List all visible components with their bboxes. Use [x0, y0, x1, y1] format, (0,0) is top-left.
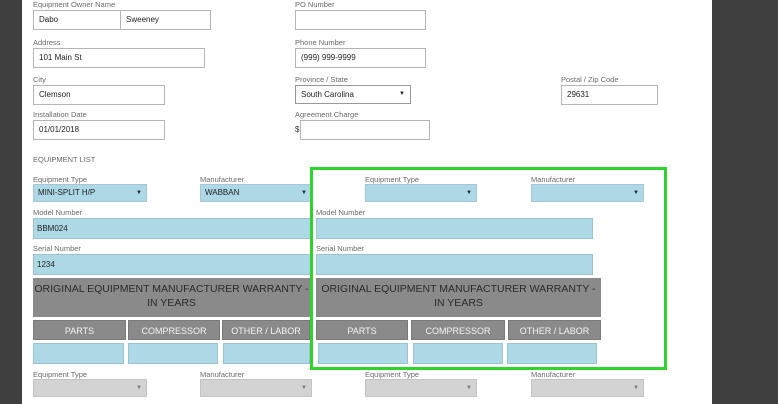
chevron-down-icon: ▼	[136, 385, 142, 391]
warranty-heading: ORIGINAL EQUIPMENT MANUFACTURER WARRANTY…	[33, 278, 310, 317]
first-name-input[interactable]: Dabo	[33, 10, 121, 30]
chevron-down-icon: ▼	[301, 385, 307, 391]
currency-symbol: $	[295, 125, 300, 134]
agreement-charge-label: Agreement Charge	[295, 110, 359, 119]
province-state-value: South Carolina	[301, 90, 354, 99]
compressor-warranty-input[interactable]	[413, 343, 503, 364]
chevron-down-icon: ▼	[399, 91, 405, 97]
serial-number-input[interactable]: 1234	[33, 254, 312, 275]
compressor-column-header: COMPRESSOR	[411, 320, 505, 340]
address-input[interactable]: 101 Main St	[33, 48, 205, 68]
model-number-label: Model Number	[33, 208, 83, 217]
equipment-type-select[interactable]: ▼	[33, 379, 147, 397]
equipment-list-heading: EQUIPMENT LIST	[33, 155, 96, 164]
right-margin	[712, 0, 778, 404]
warranty-heading: ORIGINAL EQUIPMENT MANUFACTURER WARRANTY…	[316, 278, 601, 317]
compressor-warranty-input[interactable]	[128, 343, 218, 364]
postal-zip-label: Postal / Zip Code	[561, 75, 619, 84]
manufacturer-label: Manufacturer	[531, 370, 576, 379]
other-labor-column-header: OTHER / LABOR	[222, 320, 310, 340]
chevron-down-icon: ▼	[301, 190, 307, 196]
manufacturer-label: Manufacturer	[200, 370, 245, 379]
owner-name-label: Equipment Owner Name	[33, 0, 116, 9]
model-number-input[interactable]	[316, 218, 593, 239]
city-label: City	[33, 75, 46, 84]
province-state-select[interactable]: South Carolina ▼	[295, 85, 411, 104]
city-input[interactable]: Clemson	[33, 85, 165, 105]
manufacturer-select[interactable]: WABBAN ▼	[200, 184, 312, 202]
parts-warranty-input[interactable]	[318, 343, 408, 364]
installation-date-input[interactable]: 01/01/2018	[33, 120, 165, 140]
parts-column-header: PARTS	[33, 320, 126, 340]
manufacturer-label: Manufacturer	[531, 175, 576, 184]
equipment-type-select[interactable]: ▼	[365, 379, 477, 397]
model-number-input[interactable]: BBM024	[33, 218, 312, 239]
equipment-type-label: Equipment Type	[33, 370, 88, 379]
compressor-column-header: COMPRESSOR	[128, 320, 220, 340]
other-labor-warranty-input[interactable]	[223, 343, 310, 364]
serial-number-input[interactable]	[316, 254, 593, 275]
equipment-type-select[interactable]: ▼	[365, 184, 477, 202]
equipment-type-label: Equipment Type	[365, 175, 420, 184]
form-sheet: Equipment Owner Name Dabo Sweeney Addres…	[22, 0, 712, 404]
chevron-down-icon: ▼	[466, 190, 472, 196]
equipment-type-label: Equipment Type	[365, 370, 420, 379]
po-number-input[interactable]	[295, 10, 426, 30]
last-name-input[interactable]: Sweeney	[120, 10, 211, 30]
manufacturer-select[interactable]: ▼	[531, 184, 644, 202]
installation-date-label: Installation Date	[33, 110, 87, 119]
manufacturer-value: WABBAN	[205, 188, 240, 197]
serial-number-label: Serial Number	[33, 244, 81, 253]
equipment-type-value: MINI-SPLIT H/P	[38, 188, 96, 197]
phone-number-label: Phone Number	[295, 38, 346, 47]
left-margin	[0, 0, 22, 404]
chevron-down-icon: ▼	[466, 385, 472, 391]
equipment-type-label: Equipment Type	[33, 175, 88, 184]
other-labor-column-header: OTHER / LABOR	[508, 320, 601, 340]
chevron-down-icon: ▼	[633, 385, 639, 391]
parts-warranty-input[interactable]	[33, 343, 124, 364]
serial-number-label: Serial Number	[316, 244, 364, 253]
postal-zip-input[interactable]: 29631	[561, 85, 658, 105]
chevron-down-icon: ▼	[633, 190, 639, 196]
equipment-type-select[interactable]: MINI-SPLIT H/P ▼	[33, 184, 147, 202]
phone-number-input[interactable]: (999) 999-9999	[295, 48, 426, 68]
agreement-charge-input[interactable]	[300, 120, 430, 140]
manufacturer-select[interactable]: ▼	[531, 379, 644, 397]
other-labor-warranty-input[interactable]	[507, 343, 597, 364]
model-number-label: Model Number	[316, 208, 366, 217]
chevron-down-icon: ▼	[136, 190, 142, 196]
parts-column-header: PARTS	[316, 320, 408, 340]
address-label: Address	[33, 38, 61, 47]
manufacturer-select[interactable]: ▼	[200, 379, 312, 397]
province-state-label: Province / State	[295, 75, 348, 84]
manufacturer-label: Manufacturer	[200, 175, 245, 184]
po-number-label: PO Number	[295, 0, 335, 9]
